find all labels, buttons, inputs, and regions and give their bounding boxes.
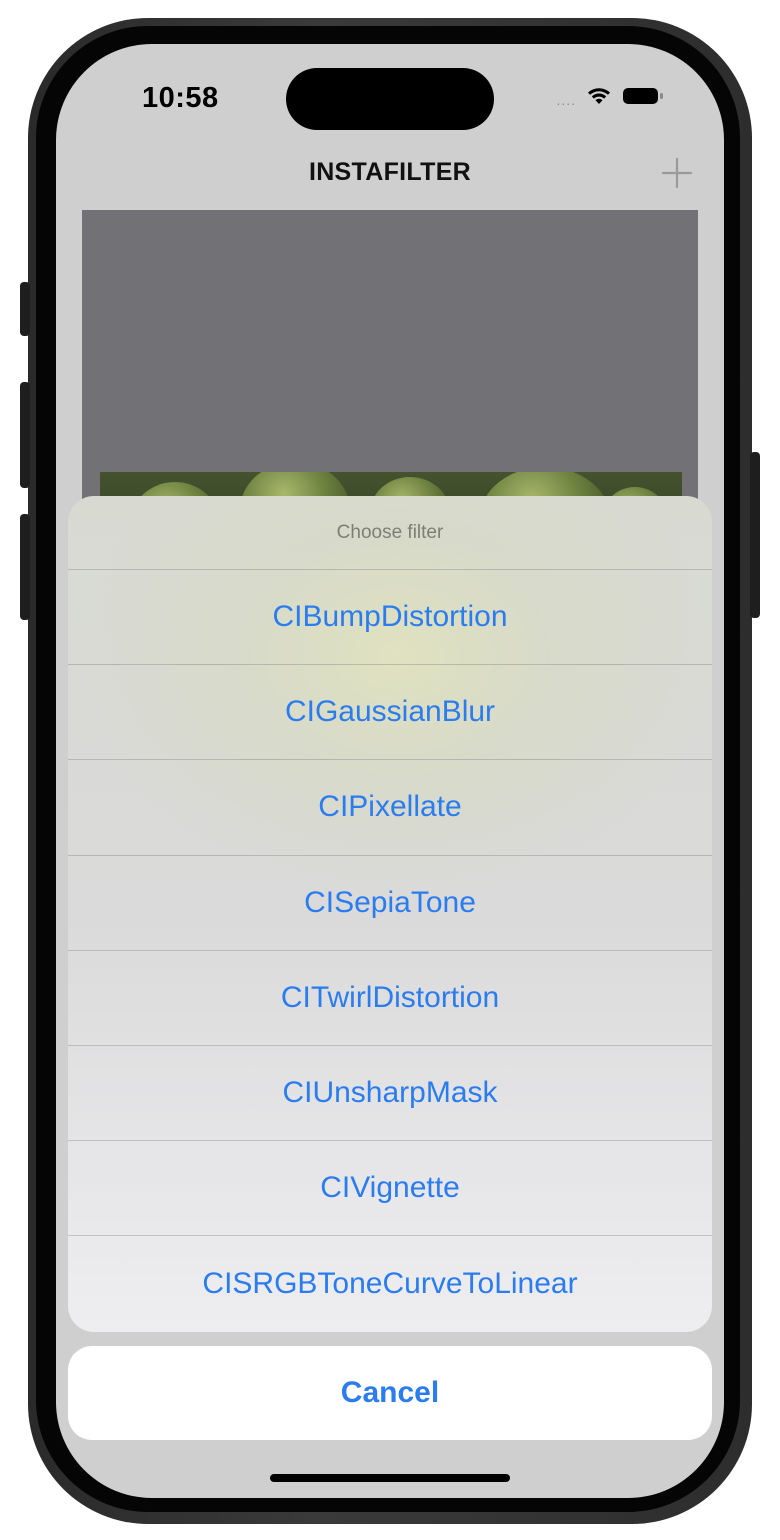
filter-option-pixellate[interactable]: CIPixellate [68, 760, 712, 856]
battery-icon [623, 88, 663, 104]
filter-option-gaussian-blur[interactable]: CIGaussianBlur [68, 665, 712, 761]
add-button[interactable] [660, 156, 694, 190]
status-time: 10:58 [142, 82, 219, 114]
screen: 10:58 .... INSTAFILTER Choose filter CIB… [56, 44, 724, 1498]
filter-action-sheet: Choose filter CIBumpDistortion CIGaussia… [68, 496, 712, 1332]
nav-title: INSTAFILTER [308, 158, 472, 186]
filter-option-sepia-tone[interactable]: CISepiaTone [68, 856, 712, 951]
filter-option-bump-distortion[interactable]: CIBumpDistortion [68, 570, 712, 666]
dynamic-island [286, 68, 494, 130]
filter-option-unsharp-mask[interactable]: CIUnsharpMask [68, 1046, 712, 1142]
filter-option-srgb-tone-curve[interactable]: CISRGBToneCurveToLinear [68, 1236, 712, 1331]
home-indicator[interactable] [270, 1474, 510, 1482]
filter-option-twirl-distortion[interactable]: CITwirlDistortion [68, 951, 712, 1046]
volume-down-button [20, 514, 30, 620]
power-button [750, 452, 760, 618]
volume-up-button [20, 382, 30, 488]
signal-indicator: .... [556, 92, 576, 108]
plus-icon [661, 157, 693, 189]
sheet-title: Choose filter [68, 496, 712, 570]
status-icons: .... [556, 84, 664, 108]
action-button [20, 282, 30, 336]
filter-option-vignette[interactable]: CIVignette [68, 1141, 712, 1237]
wifi-icon [588, 88, 610, 104]
cancel-button[interactable]: Cancel [68, 1346, 712, 1440]
